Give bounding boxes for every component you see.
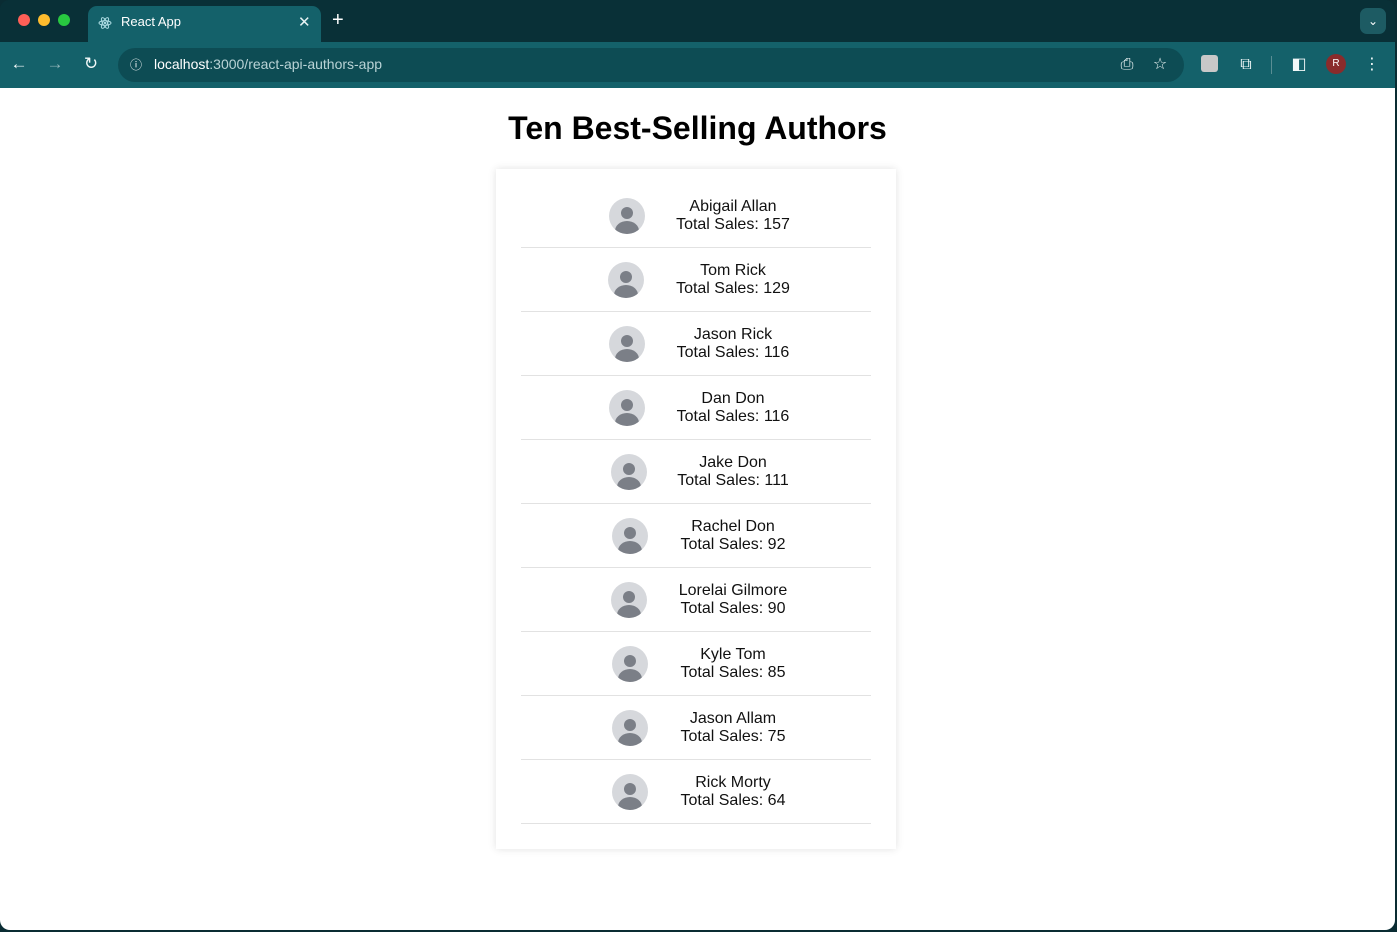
author-name: Kyle Tom <box>700 646 766 663</box>
list-item: Dan Don Total Sales: 116 <box>521 376 871 440</box>
author-name: Dan Don <box>701 390 765 407</box>
profile-avatar[interactable]: R <box>1326 54 1346 74</box>
person-icon-head <box>621 399 633 411</box>
install-app-icon[interactable]: ⎙ <box>1117 55 1137 75</box>
kebab-menu-icon[interactable]: ⋮ <box>1361 54 1383 76</box>
minimize-window-button[interactable] <box>38 14 50 26</box>
tab-strip: React App ✕ + ⌄ <box>0 0 1395 42</box>
author-total-sales: Total Sales: 64 <box>680 792 786 809</box>
list-item: Jason Allam Total Sales: 75 <box>521 696 871 760</box>
author-info: Abigail Allan Total Sales: 157 <box>633 198 833 234</box>
author-info: Jake Don Total Sales: 111 <box>633 454 833 490</box>
list-item: Abigail Allan Total Sales: 157 <box>521 184 871 248</box>
list-item: Jake Don Total Sales: 111 <box>521 440 871 504</box>
author-total-sales: Total Sales: 111 <box>677 472 789 489</box>
author-total-sales: Total Sales: 116 <box>676 344 790 361</box>
extension-icon[interactable] <box>1201 55 1218 72</box>
author-total-sales: Total Sales: 157 <box>676 216 790 233</box>
person-icon-head <box>621 335 633 347</box>
puzzle-icon[interactable]: ⧉ <box>1235 54 1257 76</box>
author-total-sales: Total Sales: 75 <box>680 728 786 745</box>
author-info: Rachel Don Total Sales: 92 <box>633 518 833 554</box>
new-tab-button[interactable]: + <box>332 8 344 32</box>
close-window-button[interactable] <box>18 14 30 26</box>
list-item: Jason Rick Total Sales: 116 <box>521 312 871 376</box>
author-total-sales: Total Sales: 129 <box>676 280 790 297</box>
tab-title: React App <box>121 14 181 29</box>
list-item: Rick Morty Total Sales: 64 <box>521 760 871 824</box>
close-icon[interactable]: ✕ <box>298 13 311 31</box>
list-item: Rachel Don Total Sales: 92 <box>521 504 871 568</box>
author-list: Abigail Allan Total Sales: 157 Tom Rick Tot… <box>521 184 871 824</box>
author-info: Jason Rick Total Sales: 116 <box>633 326 833 362</box>
maximize-window-button[interactable] <box>58 14 70 26</box>
author-total-sales: Total Sales: 90 <box>680 600 786 617</box>
page-content: Ten Best-Selling Authors Abigail Allan To… <box>0 88 1395 930</box>
author-total-sales: Total Sales: 85 <box>680 664 786 681</box>
author-name: Rachel Don <box>691 518 775 535</box>
forward-arrow-icon[interactable]: → <box>45 54 65 74</box>
author-total-sales: Total Sales: 92 <box>680 536 786 553</box>
address-bar[interactable]: ⓘ localhost:3000/react-api-authors-app ⎙… <box>118 48 1184 82</box>
star-icon[interactable]: ☆ <box>1150 55 1170 75</box>
author-name: Tom Rick <box>700 262 766 279</box>
author-info: Jason Allam Total Sales: 75 <box>633 710 833 746</box>
author-name: Jason Allam <box>689 710 777 727</box>
author-info: Rick Morty Total Sales: 64 <box>633 774 833 810</box>
back-arrow-icon[interactable]: ← <box>9 54 29 74</box>
info-icon[interactable]: ⓘ <box>126 55 146 75</box>
author-info: Kyle Tom Total Sales: 85 <box>633 646 833 682</box>
list-item: Kyle Tom Total Sales: 85 <box>521 632 871 696</box>
person-icon-head <box>620 271 632 283</box>
list-item: Lorelai Gilmore Total Sales: 90 <box>521 568 871 632</box>
chevron-down-icon[interactable]: ⌄ <box>1360 8 1386 34</box>
tab-react-app[interactable]: React App ✕ <box>88 6 321 42</box>
author-name: Jake Don <box>699 454 767 471</box>
browser-toolbar: ← → ↻ ⓘ localhost:3000/react-api-authors… <box>0 42 1395 88</box>
url-text[interactable]: localhost:3000/react-api-authors-app <box>154 56 382 72</box>
author-name: Lorelai Gilmore <box>678 582 788 599</box>
side-panel-icon[interactable]: ◧ <box>1288 54 1310 76</box>
author-total-sales: Total Sales: 116 <box>676 408 790 425</box>
author-name: Rick Morty <box>695 774 771 791</box>
authors-card: Abigail Allan Total Sales: 157 Tom Rick Tot… <box>496 169 896 849</box>
person-icon-head <box>621 207 633 219</box>
browser-window: React App ✕ + ⌄ ← → ↻ ⓘ localhost:3000/r… <box>0 0 1395 930</box>
reload-icon[interactable]: ↻ <box>81 54 101 74</box>
author-info: Dan Don Total Sales: 116 <box>633 390 833 426</box>
author-name: Abigail Allan <box>689 198 777 215</box>
page-title: Ten Best-Selling Authors <box>508 110 887 146</box>
author-info: Tom Rick Total Sales: 129 <box>633 262 833 298</box>
author-name: Jason Rick <box>693 326 773 343</box>
author-info: Lorelai Gilmore Total Sales: 90 <box>633 582 833 618</box>
toolbar-divider <box>1271 56 1272 74</box>
list-item: Tom Rick Total Sales: 129 <box>521 248 871 312</box>
react-logo-icon <box>98 17 112 29</box>
